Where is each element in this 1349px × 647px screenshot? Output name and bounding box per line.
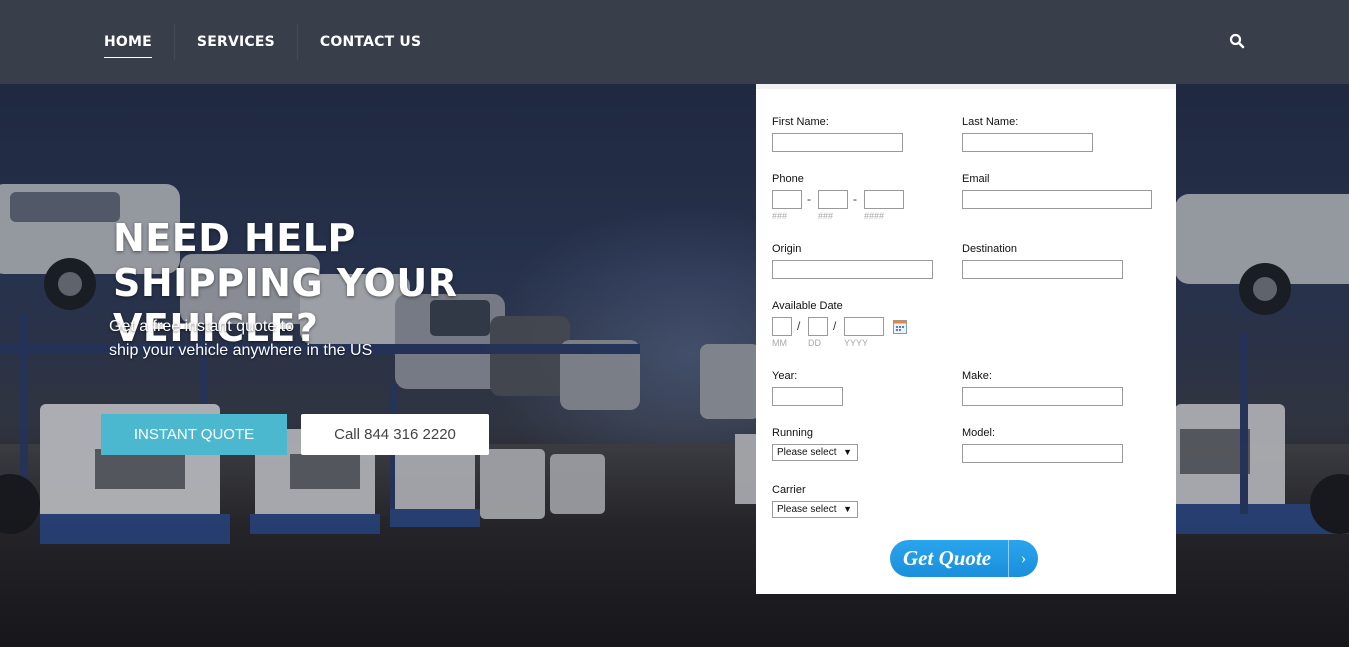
date-hint-yyyy: YYYY — [844, 338, 869, 348]
first-name-field[interactable] — [772, 133, 903, 152]
phone-hint-1: ### — [772, 211, 788, 221]
get-quote-button[interactable]: Get Quote › — [890, 540, 1038, 577]
top-navbar: HOME SERVICES CONTACT US — [0, 0, 1349, 84]
hero-subtitle: Get a free instant quote to ship your ve… — [109, 315, 429, 363]
destination-label: Destination — [962, 243, 1018, 255]
phone-hint-2: ### — [818, 211, 834, 221]
email-label: Email — [962, 173, 990, 185]
last-name-field[interactable] — [962, 133, 1093, 152]
carrier-label: Carrier — [772, 484, 806, 496]
instant-quote-button[interactable]: INSTANT QUOTE — [101, 414, 287, 455]
search-icon[interactable] — [1229, 33, 1247, 51]
carrier-select[interactable]: Please select ▼ — [772, 501, 858, 518]
phone-separator-2: - — [853, 192, 857, 206]
make-label: Make: — [962, 370, 992, 382]
phone-area-code-field[interactable] — [772, 190, 802, 209]
origin-label: Origin — [772, 243, 802, 255]
hero-subtitle-line-2: ship your vehicle anywhere in the US — [109, 342, 373, 359]
hero-subtitle-line-1: Get a free instant quote to — [109, 318, 295, 335]
year-label: Year: — [772, 370, 798, 382]
make-field[interactable] — [962, 387, 1123, 406]
last-name-label: Last Name: — [962, 116, 1019, 128]
phone-label: Phone — [772, 173, 804, 185]
destination-field[interactable] — [962, 260, 1123, 279]
model-label: Model: — [962, 427, 996, 439]
running-select-value: Please select — [777, 447, 837, 458]
first-name-label: First Name: — [772, 116, 829, 128]
date-year-field[interactable] — [844, 317, 884, 336]
phone-hint-3: #### — [864, 211, 885, 221]
chevron-right-icon: › — [1008, 540, 1038, 577]
date-hint-dd: DD — [808, 338, 821, 348]
phone-separator-1: - — [807, 192, 811, 206]
year-field[interactable] — [772, 387, 843, 406]
available-date-label: Available Date — [772, 300, 843, 312]
model-field[interactable] — [962, 444, 1123, 463]
date-separator-2: / — [833, 319, 837, 333]
chevron-down-icon: ▼ — [843, 447, 852, 457]
carrier-select-value: Please select — [777, 504, 837, 515]
nav-links: HOME SERVICES CONTACT US — [104, 0, 443, 84]
date-separator-1: / — [797, 319, 801, 333]
nav-contact-us[interactable]: CONTACT US — [296, 24, 443, 60]
call-phone-button[interactable]: Call 844 316 2220 — [301, 414, 489, 455]
running-select[interactable]: Please select ▼ — [772, 444, 858, 461]
date-hint-mm: MM — [772, 338, 787, 348]
date-month-field[interactable] — [772, 317, 792, 336]
origin-field[interactable] — [772, 260, 933, 279]
date-day-field[interactable] — [808, 317, 828, 336]
email-field[interactable] — [962, 190, 1152, 209]
phone-line-field[interactable] — [864, 190, 904, 209]
get-quote-label: Get Quote — [903, 546, 992, 570]
phone-prefix-field[interactable] — [818, 190, 848, 209]
nav-home[interactable]: HOME — [104, 24, 174, 60]
chevron-down-icon: ▼ — [843, 504, 852, 514]
calendar-icon[interactable] — [893, 320, 907, 334]
nav-services[interactable]: SERVICES — [173, 24, 297, 60]
running-label: Running — [772, 427, 813, 439]
